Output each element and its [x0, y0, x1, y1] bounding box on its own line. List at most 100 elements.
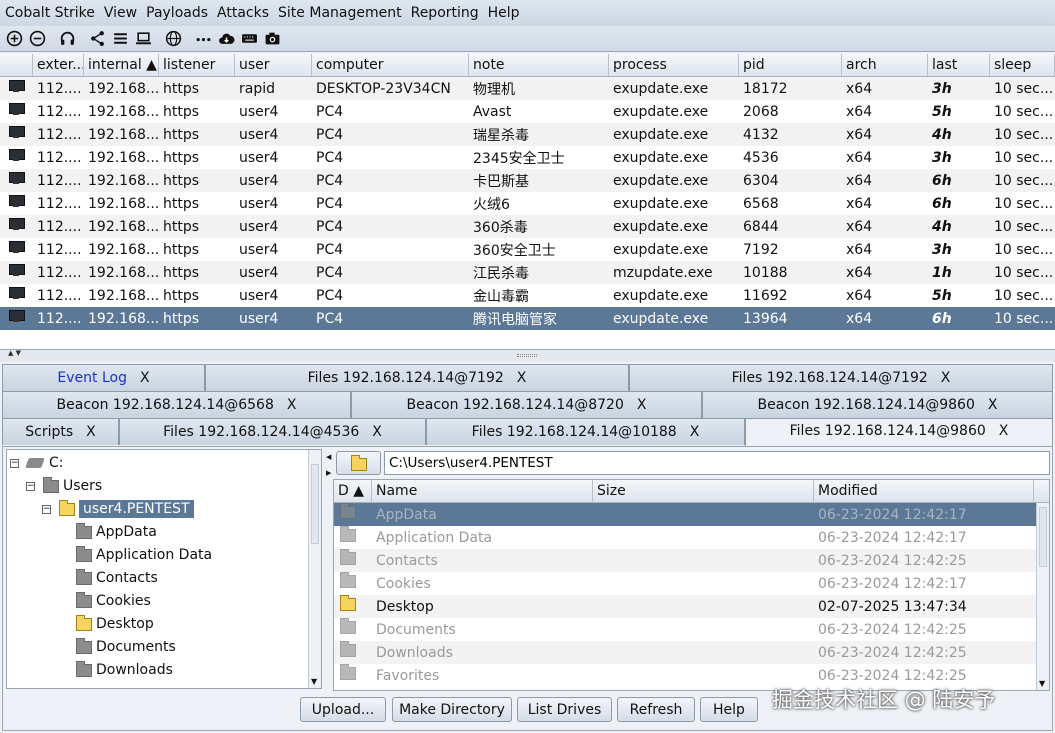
menu-site-management[interactable]: Site Management [273, 5, 406, 21]
splitter-grip[interactable] [517, 354, 537, 357]
col-process[interactable]: process [609, 54, 739, 76]
col-last[interactable]: last [928, 54, 990, 76]
arrow-right-icon[interactable]: ▶ [326, 469, 331, 477]
tree-node-application-data[interactable]: Application Data [76, 544, 212, 566]
dots-icon[interactable] [192, 28, 215, 50]
tree-toggle[interactable]: − [10, 458, 19, 468]
beacon-row[interactable]: 112.... 192.168... https user4 PC4 Avast exupd… [0, 100, 1055, 123]
beacon-row[interactable]: 112.... 192.168... https user4 PC4 江民杀毒 mzupda… [0, 261, 1055, 284]
laptop-icon[interactable] [132, 28, 155, 50]
menu-reporting[interactable]: Reporting [406, 5, 483, 21]
file-row[interactable]: Desktop 02-07-2025 13:47:34 [334, 595, 1049, 618]
tree-node-desktop[interactable]: Desktop [76, 613, 154, 635]
tab-beacon-6568[interactable]: Beacon 192.168.124.14@6568 X [2, 391, 351, 418]
col-external[interactable]: exter... [33, 54, 84, 76]
tree-node-downloads[interactable]: Downloads [76, 659, 173, 681]
refresh-button[interactable]: Refresh [617, 697, 695, 722]
close-icon[interactable]: X [690, 424, 700, 440]
tree-node-users[interactable]: − Users [26, 475, 102, 497]
beacon-row[interactable]: 112.... 192.168... https rapid DESKTOP-23V34… [0, 77, 1055, 100]
beacon-row[interactable]: 112.... 192.168... https user4 PC4 360杀毒 exupd… [0, 215, 1055, 238]
menu-help[interactable]: Help [483, 5, 524, 21]
tab-files-10188[interactable]: Files 192.168.124.14@10188 X [426, 418, 745, 445]
tab-files-4536[interactable]: Files 192.168.124.14@4536 X [119, 418, 426, 445]
minus-circle-icon[interactable] [26, 28, 49, 50]
tab-event-log[interactable]: Event Log X [2, 364, 205, 391]
col-modified[interactable]: Modified [814, 480, 1034, 502]
beacon-row[interactable]: 112.... 192.168... https user4 PC4 腾讯电脑管家 exup… [0, 307, 1055, 330]
beacon-row[interactable]: 112.... 192.168... https user4 PC4 卡巴斯基 exupda… [0, 169, 1055, 192]
beacon-row[interactable]: 112.... 192.168... https user4 PC4 360安全卫士 exu… [0, 238, 1055, 261]
close-icon[interactable]: X [372, 424, 382, 440]
col-sleep[interactable]: sleep [990, 54, 1055, 76]
tab-beacon-8720[interactable]: Beacon 192.168.124.14@8720 X [351, 391, 702, 418]
list-drives-button[interactable]: List Drives [517, 697, 612, 722]
tab-files-7192-b[interactable]: Files 192.168.124.14@7192 X [629, 364, 1053, 391]
share-icon[interactable] [86, 28, 109, 50]
arrow-left-icon[interactable]: ◀ [326, 453, 331, 461]
close-icon[interactable]: X [988, 397, 998, 413]
close-icon[interactable]: X [999, 423, 1009, 439]
file-row[interactable]: Contacts 06-23-2024 12:42:25 [334, 549, 1049, 572]
col-name[interactable]: Name [372, 480, 593, 502]
col-user[interactable]: user [235, 54, 312, 76]
scroll-down-arrow-icon[interactable]: ▼ [1039, 679, 1045, 688]
close-icon[interactable]: X [140, 370, 150, 386]
close-icon[interactable]: X [517, 370, 527, 386]
globe-icon[interactable] [162, 28, 185, 50]
tree-node-user4-pentest[interactable]: − user4.PENTEST [42, 498, 194, 520]
scrollbar-thumb[interactable] [311, 464, 319, 544]
col-note[interactable]: note [469, 54, 609, 76]
menu-cobalt-strike[interactable]: Cobalt Strike [0, 5, 99, 21]
beacon-row[interactable]: 112.... 192.168... https user4 PC4 金山毒霸 exupda… [0, 284, 1055, 307]
close-icon[interactable]: X [86, 424, 96, 440]
collapse-arrows-icon[interactable]: ▲ ▼ [8, 350, 21, 357]
tree-node-cookies[interactable]: Cookies [76, 590, 151, 612]
close-icon[interactable]: X [637, 397, 647, 413]
tree-toggle[interactable]: − [26, 481, 35, 491]
menu-payloads[interactable]: Payloads [141, 5, 212, 21]
upload-button[interactable]: Upload... [300, 697, 386, 722]
camera-icon[interactable] [261, 28, 284, 50]
col-size[interactable]: Size [593, 480, 814, 502]
close-icon[interactable]: X [287, 397, 297, 413]
tree-node-c-drive[interactable]: − C: [10, 452, 64, 474]
beacon-row[interactable]: 112.... 192.168... https user4 PC4 瑞星杀毒 exupda… [0, 123, 1055, 146]
tree-toggle[interactable]: − [42, 504, 51, 514]
path-input[interactable] [384, 451, 1050, 475]
col-icon[interactable] [0, 54, 33, 76]
headphones-icon[interactable] [56, 28, 79, 50]
file-row[interactable]: Downloads 06-23-2024 12:42:25 [334, 641, 1049, 664]
scrollbar-thumb[interactable] [1039, 507, 1047, 567]
col-pid[interactable]: pid [739, 54, 842, 76]
vertical-splitter[interactable]: ◀ ▶ [325, 449, 333, 689]
tab-beacon-9860[interactable]: Beacon 192.168.124.14@9860 X [702, 391, 1053, 418]
file-row[interactable]: Application Data 06-23-2024 12:42:17 [334, 526, 1049, 549]
scroll-down-arrow-icon[interactable]: ▼ [311, 677, 317, 686]
plus-circle-icon[interactable] [3, 28, 26, 50]
menu-view[interactable]: View [99, 5, 141, 21]
tree-node-contacts[interactable]: Contacts [76, 567, 158, 589]
file-table-scrollbar[interactable]: ▼ [1036, 503, 1049, 690]
close-icon[interactable]: X [941, 370, 951, 386]
menu-attacks[interactable]: Attacks [212, 5, 273, 21]
help-button[interactable]: Help [700, 697, 758, 722]
col-type[interactable]: D ▲ [334, 480, 372, 502]
tree-node-appdata[interactable]: AppData [76, 521, 157, 543]
file-row[interactable]: Documents 06-23-2024 12:42:25 [334, 618, 1049, 641]
cloud-download-icon[interactable] [215, 28, 238, 50]
tree-scrollbar[interactable]: ▼ [308, 450, 321, 688]
col-computer[interactable]: computer [312, 54, 469, 76]
beacon-row[interactable]: 112.... 192.168... https user4 PC4 火绒6 exupdat… [0, 192, 1055, 215]
col-listener[interactable]: listener [159, 54, 235, 76]
tab-files-7192-a[interactable]: Files 192.168.124.14@7192 X [205, 364, 629, 391]
list-icon[interactable] [109, 28, 132, 50]
folder-up-button[interactable] [336, 451, 381, 475]
col-arch[interactable]: arch [842, 54, 928, 76]
tab-scripts[interactable]: Scripts X [2, 418, 119, 445]
tab-files-9860-active[interactable]: Files 192.168.124.14@9860 X [745, 418, 1053, 446]
keyboard-icon[interactable] [238, 28, 261, 50]
horizontal-splitter[interactable]: ▲ ▼ [0, 350, 1055, 362]
tree-node-documents[interactable]: Documents [76, 636, 176, 658]
file-row[interactable]: AppData 06-23-2024 12:42:17 [334, 503, 1049, 526]
